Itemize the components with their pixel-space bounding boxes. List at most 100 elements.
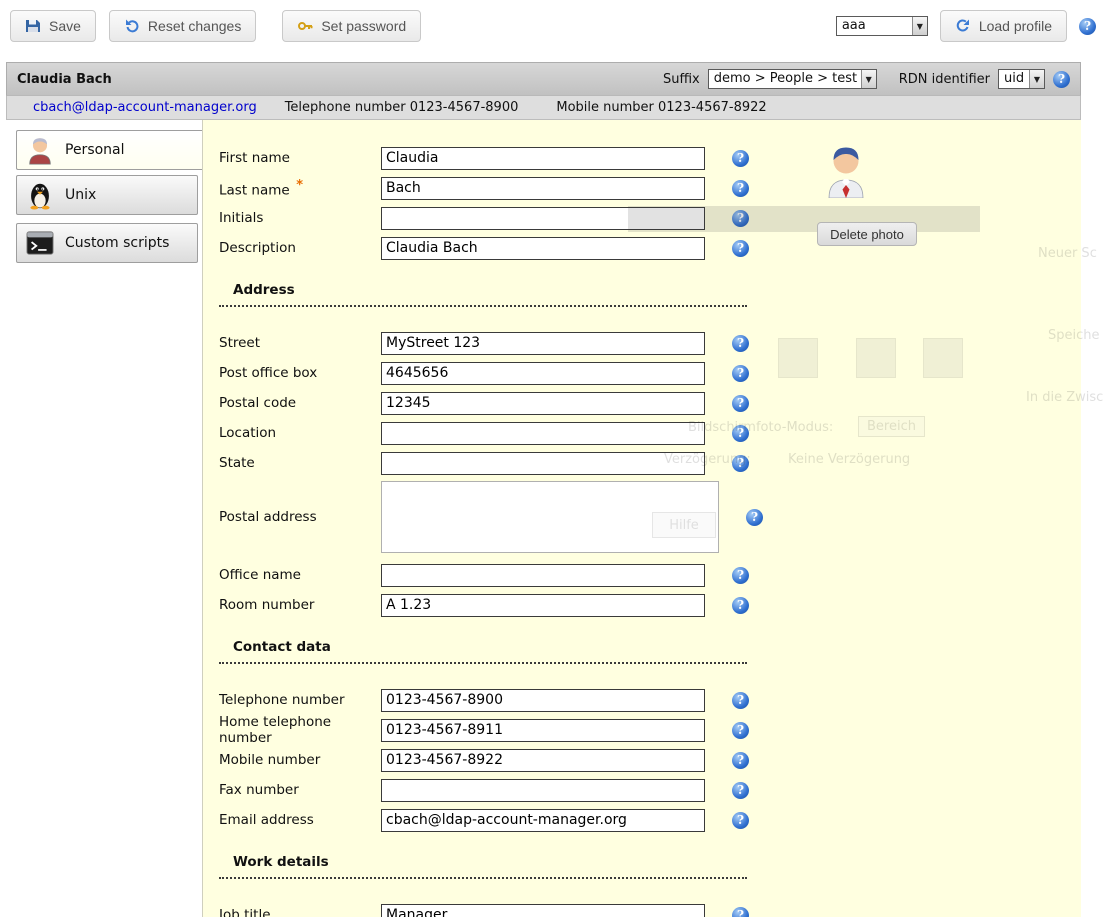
reset-changes-button[interactable]: Reset changes: [109, 10, 256, 42]
help-icon[interactable]: ?: [732, 150, 749, 167]
input-location[interactable]: [381, 422, 705, 445]
form-row: Street?: [219, 331, 1081, 355]
reset-changes-label: Reset changes: [148, 18, 241, 34]
sidebar-item-label: Unix: [65, 187, 96, 203]
personal-tab-content: First name? Last name *? Initials? Descript…: [202, 120, 1081, 917]
toolbar-right: aaa ▼ Load profile ?: [836, 10, 1096, 42]
suffix-label: Suffix: [663, 72, 700, 87]
refresh-icon: [955, 18, 971, 34]
input-fax-number[interactable]: [381, 779, 705, 802]
person-icon: [25, 135, 55, 165]
email-link[interactable]: cbach@ldap-account-manager.org: [33, 100, 257, 115]
input-postal-address[interactable]: [381, 481, 719, 553]
input-email-address[interactable]: [381, 809, 705, 832]
help-icon[interactable]: ?: [746, 509, 763, 526]
save-icon: [25, 18, 41, 34]
field-label: Description: [219, 240, 381, 256]
field-label: State: [219, 455, 381, 471]
help-icon[interactable]: ?: [1079, 18, 1096, 35]
form-row: Telephone number?: [219, 688, 1081, 712]
form-row: Job title?: [219, 903, 1081, 917]
field-label: Initials: [219, 210, 381, 226]
input-street[interactable]: [381, 332, 705, 355]
help-icon[interactable]: ?: [732, 335, 749, 352]
set-password-button[interactable]: Set password: [282, 10, 421, 42]
input-first-name[interactable]: [381, 147, 705, 170]
module-sidebar: Personal Unix: [6, 120, 202, 917]
profile-select[interactable]: aaa ▼: [836, 16, 928, 36]
field-label: Room number: [219, 597, 381, 613]
help-icon[interactable]: ?: [732, 597, 749, 614]
user-photo: [823, 142, 1081, 202]
form-row: Postal code?: [219, 391, 1081, 415]
field-label: Office name: [219, 567, 381, 583]
sidebar-item-label: Custom scripts: [65, 235, 169, 251]
form-row: State?: [219, 451, 1081, 475]
input-home-telephone-number[interactable]: [381, 719, 705, 742]
summary-telephone: Telephone number 0123-4567-8900: [285, 100, 519, 115]
help-icon[interactable]: ?: [732, 812, 749, 829]
input-room-number[interactable]: [381, 594, 705, 617]
help-icon[interactable]: ?: [732, 722, 749, 739]
help-icon[interactable]: ?: [732, 425, 749, 442]
suffix-select[interactable]: demo > People > test > de ▼: [708, 69, 877, 89]
input-state[interactable]: [381, 452, 705, 475]
form-row: Home telephone number?: [219, 718, 1081, 742]
sidebar-item-custom-scripts[interactable]: Custom scripts: [16, 223, 198, 263]
form-row: Office name?: [219, 563, 1081, 587]
help-icon[interactable]: ?: [732, 692, 749, 709]
form-row: Post office box?: [219, 361, 1081, 385]
rdn-select[interactable]: uid ▼: [998, 69, 1045, 89]
section-title-contact-data: Contact data: [219, 639, 747, 664]
sidebar-item-label: Personal: [65, 142, 125, 158]
page-title: Claudia Bach: [17, 72, 112, 87]
input-telephone-number[interactable]: [381, 689, 705, 712]
sidebar-item-unix[interactable]: Unix: [16, 175, 198, 215]
load-profile-button[interactable]: Load profile: [940, 10, 1067, 42]
help-icon[interactable]: ?: [1053, 71, 1070, 88]
form-row: Fax number?: [219, 778, 1081, 802]
summary-mobile: Mobile number 0123-4567-8922: [556, 100, 766, 115]
toolbar: Save Reset changes Set password aaa ▼ Lo…: [0, 0, 1106, 52]
save-label: Save: [49, 18, 81, 34]
help-icon[interactable]: ?: [732, 365, 749, 382]
input-last-name[interactable]: [381, 177, 705, 200]
help-icon[interactable]: ?: [732, 752, 749, 769]
field-label: First name: [219, 150, 381, 166]
chevron-down-icon: ▼: [861, 70, 876, 88]
input-mobile-number[interactable]: [381, 749, 705, 772]
field-label: Postal address: [219, 509, 381, 525]
input-postal-code[interactable]: [381, 392, 705, 415]
save-button[interactable]: Save: [10, 10, 96, 42]
field-label: Job title: [219, 907, 381, 917]
sidebar-item-personal[interactable]: Personal: [16, 130, 203, 170]
help-icon[interactable]: ?: [732, 907, 749, 917]
help-icon[interactable]: ?: [732, 210, 749, 227]
terminal-icon: [25, 228, 55, 258]
tux-icon: [25, 180, 55, 210]
input-description[interactable]: [381, 237, 705, 260]
help-icon[interactable]: ?: [732, 240, 749, 257]
field-label: Postal code: [219, 395, 381, 411]
required-marker: *: [292, 178, 303, 193]
help-icon[interactable]: ?: [732, 395, 749, 412]
input-office-name[interactable]: [381, 564, 705, 587]
set-password-label: Set password: [321, 18, 406, 34]
input-initials[interactable]: [381, 207, 705, 230]
undo-icon: [124, 18, 140, 34]
section-title-work-details: Work details: [219, 854, 747, 879]
input-job-title[interactable]: [381, 904, 705, 917]
help-icon[interactable]: ?: [732, 455, 749, 472]
field-label: Telephone number: [219, 692, 381, 708]
delete-photo-button[interactable]: Delete photo: [817, 222, 917, 246]
account-summary-bar: cbach@ldap-account-manager.org Telephone…: [6, 96, 1081, 120]
field-label: Last name *: [219, 178, 381, 199]
help-icon[interactable]: ?: [732, 782, 749, 799]
help-icon[interactable]: ?: [732, 180, 749, 197]
profile-select-value: aaa: [837, 17, 912, 35]
suffix-select-value: demo > People > test > de: [709, 70, 861, 88]
input-post-office-box[interactable]: [381, 362, 705, 385]
help-icon[interactable]: ?: [732, 567, 749, 584]
form-fields: First name? Last name *? Initials? Descript…: [219, 146, 1081, 917]
form-row: Mobile number?: [219, 748, 1081, 772]
